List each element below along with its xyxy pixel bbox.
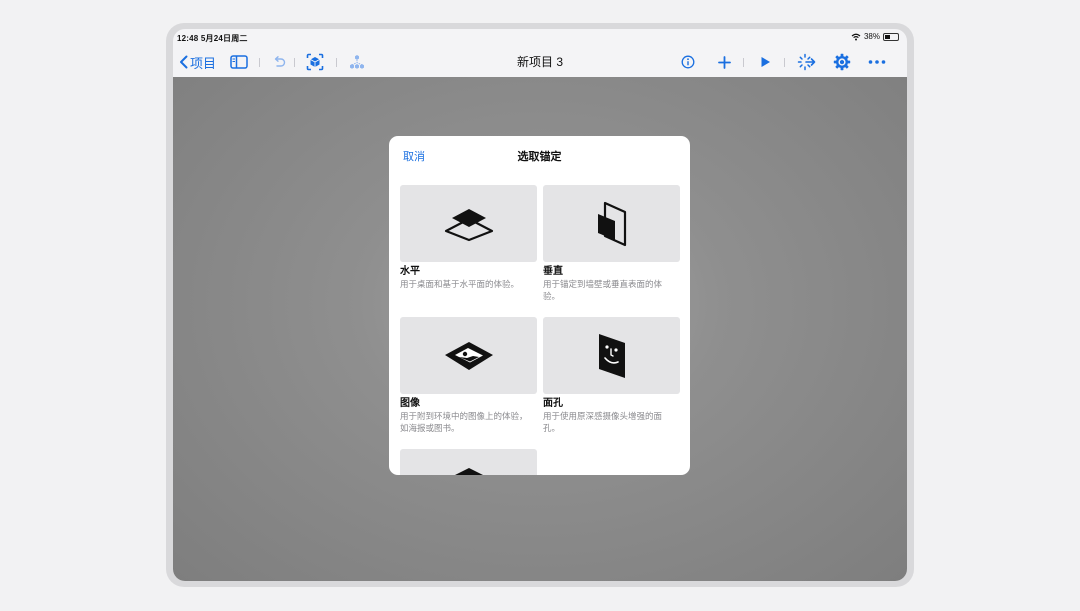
anchor-option-desc: 用于使用原深感摄像头增强的面孔。 (543, 411, 663, 433)
anchor-option-desc: 用于锚定到墙壁或垂直表面的体验。 (543, 279, 663, 301)
anchor-option-tile (543, 317, 680, 394)
anchor-option-title: 图像 (400, 398, 420, 409)
anchor-option-tile (543, 185, 680, 262)
anchor-option-title: 面孔 (543, 398, 563, 409)
document-title: 新项目 3 (516, 55, 563, 69)
anchor-option-tile (400, 317, 537, 394)
anchor-option-desc: 用于桌面和基于水平面的体验。 (400, 279, 520, 289)
sheet-title: 选取锚定 (517, 151, 562, 163)
anchor-picker-sheet: 取消 选取锚定 水平 用于桌面和基于水平面的体验。 垂直 用于锚定到墙壁或垂直表… (389, 136, 690, 475)
object-anchor-icon (454, 468, 483, 475)
battery-icon (883, 32, 899, 41)
anchor-option-tile (400, 449, 537, 475)
status-bar: 12:48 5月24日周二 38% (173, 29, 907, 45)
anchor-option-title: 水平 (400, 266, 420, 277)
anchor-option-tile (400, 185, 537, 262)
horizontal-plane-icon (444, 208, 493, 241)
anchor-option-vertical[interactable]: 垂直 用于锚定到墙壁或垂直表面的体验。 (543, 185, 680, 302)
anchor-option-title: 垂直 (543, 266, 563, 277)
anchor-option-object[interactable] (400, 449, 537, 475)
battery-percent: 38% (863, 32, 880, 41)
face-anchor-icon (598, 333, 625, 378)
vertical-plane-icon (597, 201, 626, 246)
status-right: 38% (851, 32, 899, 41)
anchor-option-horizontal[interactable]: 水平 用于桌面和基于水平面的体验。 (400, 185, 537, 290)
anchor-option-desc: 用于附到环境中的图像上的体验，如海报或图书。 (400, 411, 528, 433)
image-anchor-icon (444, 341, 493, 370)
anchor-option-image[interactable]: 图像 用于附到环境中的图像上的体验，如海报或图书。 (400, 317, 537, 434)
status-time: 12:48 5月24日周二 (177, 34, 248, 43)
anchor-option-face[interactable]: 面孔 用于使用原深感摄像头增强的面孔。 (543, 317, 680, 434)
wifi-icon (851, 33, 861, 40)
